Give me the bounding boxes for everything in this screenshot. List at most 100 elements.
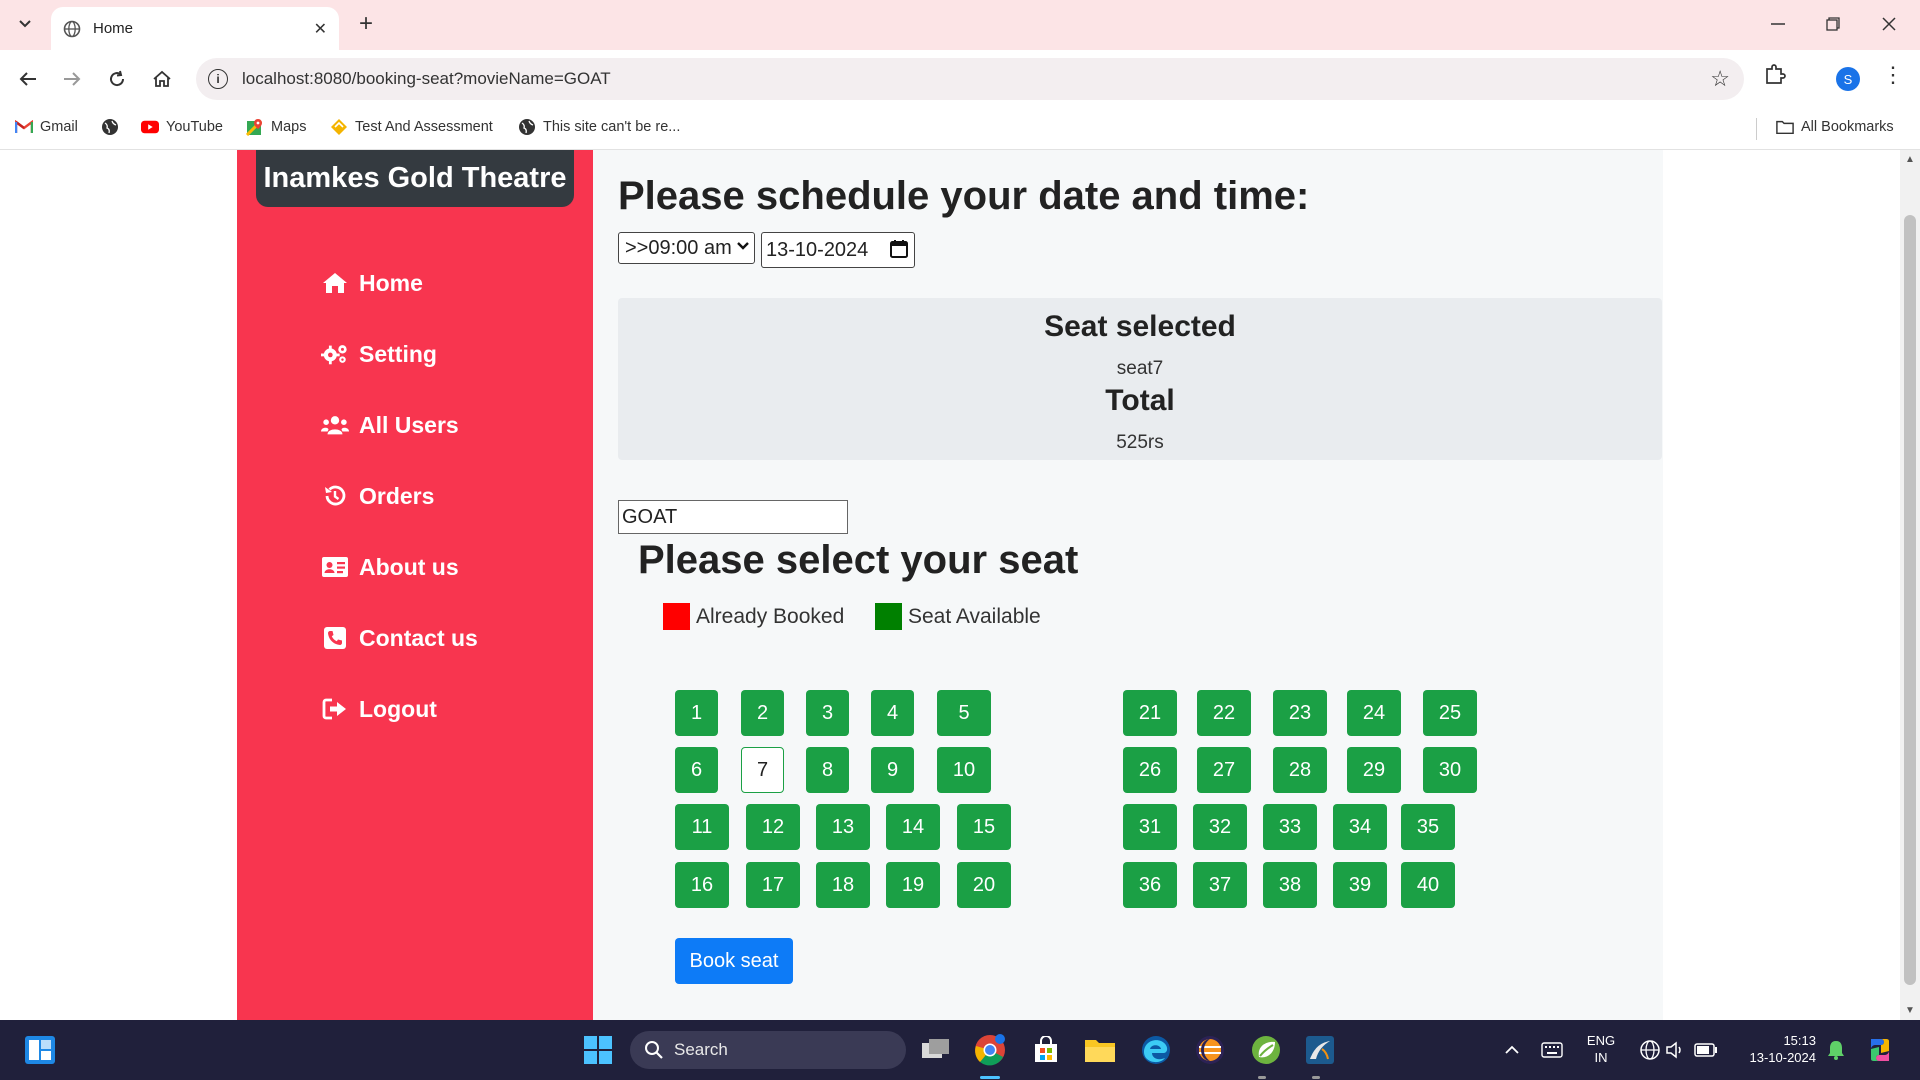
seat-2-button[interactable]: 2 (741, 690, 784, 736)
seat-8-button[interactable]: 8 (806, 747, 849, 793)
seat-15-button[interactable]: 15 (957, 804, 1011, 850)
seat-5-button[interactable]: 5 (937, 690, 991, 736)
browser-tab-home[interactable]: Home ✕ (51, 7, 339, 50)
seat-37-button[interactable]: 37 (1193, 862, 1247, 908)
home-button[interactable] (146, 63, 178, 95)
keyboard-icon[interactable] (1536, 1034, 1568, 1066)
store-icon[interactable] (1030, 1034, 1062, 1066)
seat-29-button[interactable]: 29 (1347, 747, 1401, 793)
seat-6-button[interactable]: 6 (675, 747, 718, 793)
bookmark-star-icon[interactable]: ☆ (1710, 66, 1730, 92)
battery-icon[interactable] (1690, 1034, 1722, 1066)
bookmark-site-error[interactable]: This site can't be re... (518, 118, 680, 136)
seat-11-button[interactable]: 11 (675, 804, 729, 850)
bookmark-youtube[interactable]: YouTube (141, 118, 223, 136)
seat-22-button[interactable]: 22 (1197, 690, 1251, 736)
seat-17-button[interactable]: 17 (746, 862, 800, 908)
seat-39-button[interactable]: 39 (1333, 862, 1387, 908)
sidebar-item-home[interactable]: Home (321, 263, 423, 303)
seat-33-button[interactable]: 33 (1263, 804, 1317, 850)
new-tab-button[interactable]: + (352, 10, 380, 38)
bookmark-maps[interactable]: Maps (246, 118, 306, 136)
seat-16-button[interactable]: 16 (675, 862, 729, 908)
scroll-down-icon[interactable]: ▼ (1905, 1005, 1915, 1016)
page-scrollbar[interactable]: ▲ ▼ (1900, 150, 1920, 1020)
widgets-icon[interactable] (24, 1034, 56, 1066)
seat-31-button[interactable]: 31 (1123, 804, 1177, 850)
scrollbar-thumb[interactable] (1904, 215, 1916, 985)
eclipse-icon[interactable] (1194, 1034, 1226, 1066)
sidebar-item-all-users[interactable]: All Users (321, 405, 459, 445)
extensions-icon[interactable] (1764, 63, 1786, 91)
clock[interactable]: 15:13 13-10-2024 (1728, 1032, 1817, 1066)
site-info-icon[interactable]: i (208, 69, 228, 89)
date-input[interactable]: 13-10-2024 (761, 232, 915, 268)
seat-24-button[interactable]: 24 (1347, 690, 1401, 736)
seat-40-button[interactable]: 40 (1401, 862, 1455, 908)
minimize-button[interactable] (1758, 8, 1798, 40)
profile-avatar[interactable]: S (1836, 67, 1860, 91)
seat-1-button[interactable]: 1 (675, 690, 718, 736)
sidebar-item-logout[interactable]: Logout (321, 689, 437, 729)
seat-28-button[interactable]: 28 (1273, 747, 1327, 793)
sidebar-item-about-us[interactable]: About us (321, 547, 459, 587)
mysql-workbench-icon[interactable] (1304, 1034, 1336, 1066)
seat-7-button[interactable]: 7 (741, 747, 784, 793)
tab-search-button[interactable] (12, 10, 38, 38)
seat-18-button[interactable]: 18 (816, 862, 870, 908)
more-menu-icon[interactable]: ⋮ (1882, 62, 1904, 88)
volume-icon[interactable] (1660, 1034, 1692, 1066)
bookmark-gmail[interactable]: Gmail (15, 118, 78, 136)
spring-tool-icon[interactable] (1250, 1034, 1282, 1066)
seat-30-button[interactable]: 30 (1423, 747, 1477, 793)
scroll-up-icon[interactable]: ▲ (1905, 154, 1915, 165)
close-window-button[interactable] (1869, 8, 1909, 40)
bookmark-test-assessment[interactable]: Test And Assessment (330, 118, 493, 136)
chrome-icon[interactable] (974, 1034, 1006, 1066)
task-view-icon[interactable] (920, 1034, 952, 1066)
seat-10-button[interactable]: 10 (937, 747, 991, 793)
taskbar-search[interactable]: Search (630, 1031, 906, 1069)
seat-13-button[interactable]: 13 (816, 804, 870, 850)
seat-20-button[interactable]: 20 (957, 862, 1011, 908)
seat-14-button[interactable]: 14 (886, 804, 940, 850)
movie-name-input[interactable]: GOAT (618, 500, 848, 534)
edge-icon[interactable] (1140, 1034, 1172, 1066)
seat-9-button[interactable]: 9 (871, 747, 914, 793)
url-text[interactable]: localhost:8080/booking-seat?movieName=GO… (242, 69, 611, 89)
windows-start-icon[interactable] (582, 1034, 614, 1066)
language-indicator[interactable]: ENG IN (1582, 1032, 1620, 1066)
address-bar[interactable]: i localhost:8080/booking-seat?movieName=… (196, 58, 1744, 100)
seat-25-button[interactable]: 25 (1423, 690, 1477, 736)
seat-19-button[interactable]: 19 (886, 862, 940, 908)
seat-3-button[interactable]: 3 (806, 690, 849, 736)
sidebar-item-setting[interactable]: Setting (321, 334, 437, 374)
seat-12-button[interactable]: 12 (746, 804, 800, 850)
seat-36-button[interactable]: 36 (1123, 862, 1177, 908)
seat-38-button[interactable]: 38 (1263, 862, 1317, 908)
seat-32-button[interactable]: 32 (1193, 804, 1247, 850)
book-seat-button[interactable]: Book seat (675, 938, 793, 984)
seat-34-button[interactable]: 34 (1333, 804, 1387, 850)
bookmark-globe[interactable] (101, 118, 126, 136)
seat-21-button[interactable]: 21 (1123, 690, 1177, 736)
calendar-icon[interactable] (889, 239, 909, 259)
forward-button[interactable] (56, 63, 88, 95)
all-bookmarks[interactable]: All Bookmarks (1776, 118, 1894, 136)
seat-4-button[interactable]: 4 (871, 690, 914, 736)
restore-button[interactable] (1813, 8, 1853, 40)
show-hidden-icons-chevron-icon[interactable] (1496, 1034, 1528, 1066)
sidebar-item-contact-us[interactable]: Contact us (321, 618, 478, 658)
seat-26-button[interactable]: 26 (1123, 747, 1177, 793)
showtime-select[interactable]: >>09:00 am (618, 232, 755, 264)
seat-23-button[interactable]: 23 (1273, 690, 1327, 736)
seat-27-button[interactable]: 27 (1197, 747, 1251, 793)
back-button[interactable] (12, 63, 44, 95)
seat-35-button[interactable]: 35 (1401, 804, 1455, 850)
copilot-icon[interactable] (1864, 1034, 1896, 1066)
file-explorer-icon[interactable] (1084, 1034, 1116, 1066)
notification-bell-icon[interactable] (1820, 1034, 1852, 1066)
reload-button[interactable] (101, 63, 133, 95)
sidebar-item-orders[interactable]: Orders (321, 476, 434, 516)
tab-close-icon[interactable]: ✕ (314, 19, 327, 39)
